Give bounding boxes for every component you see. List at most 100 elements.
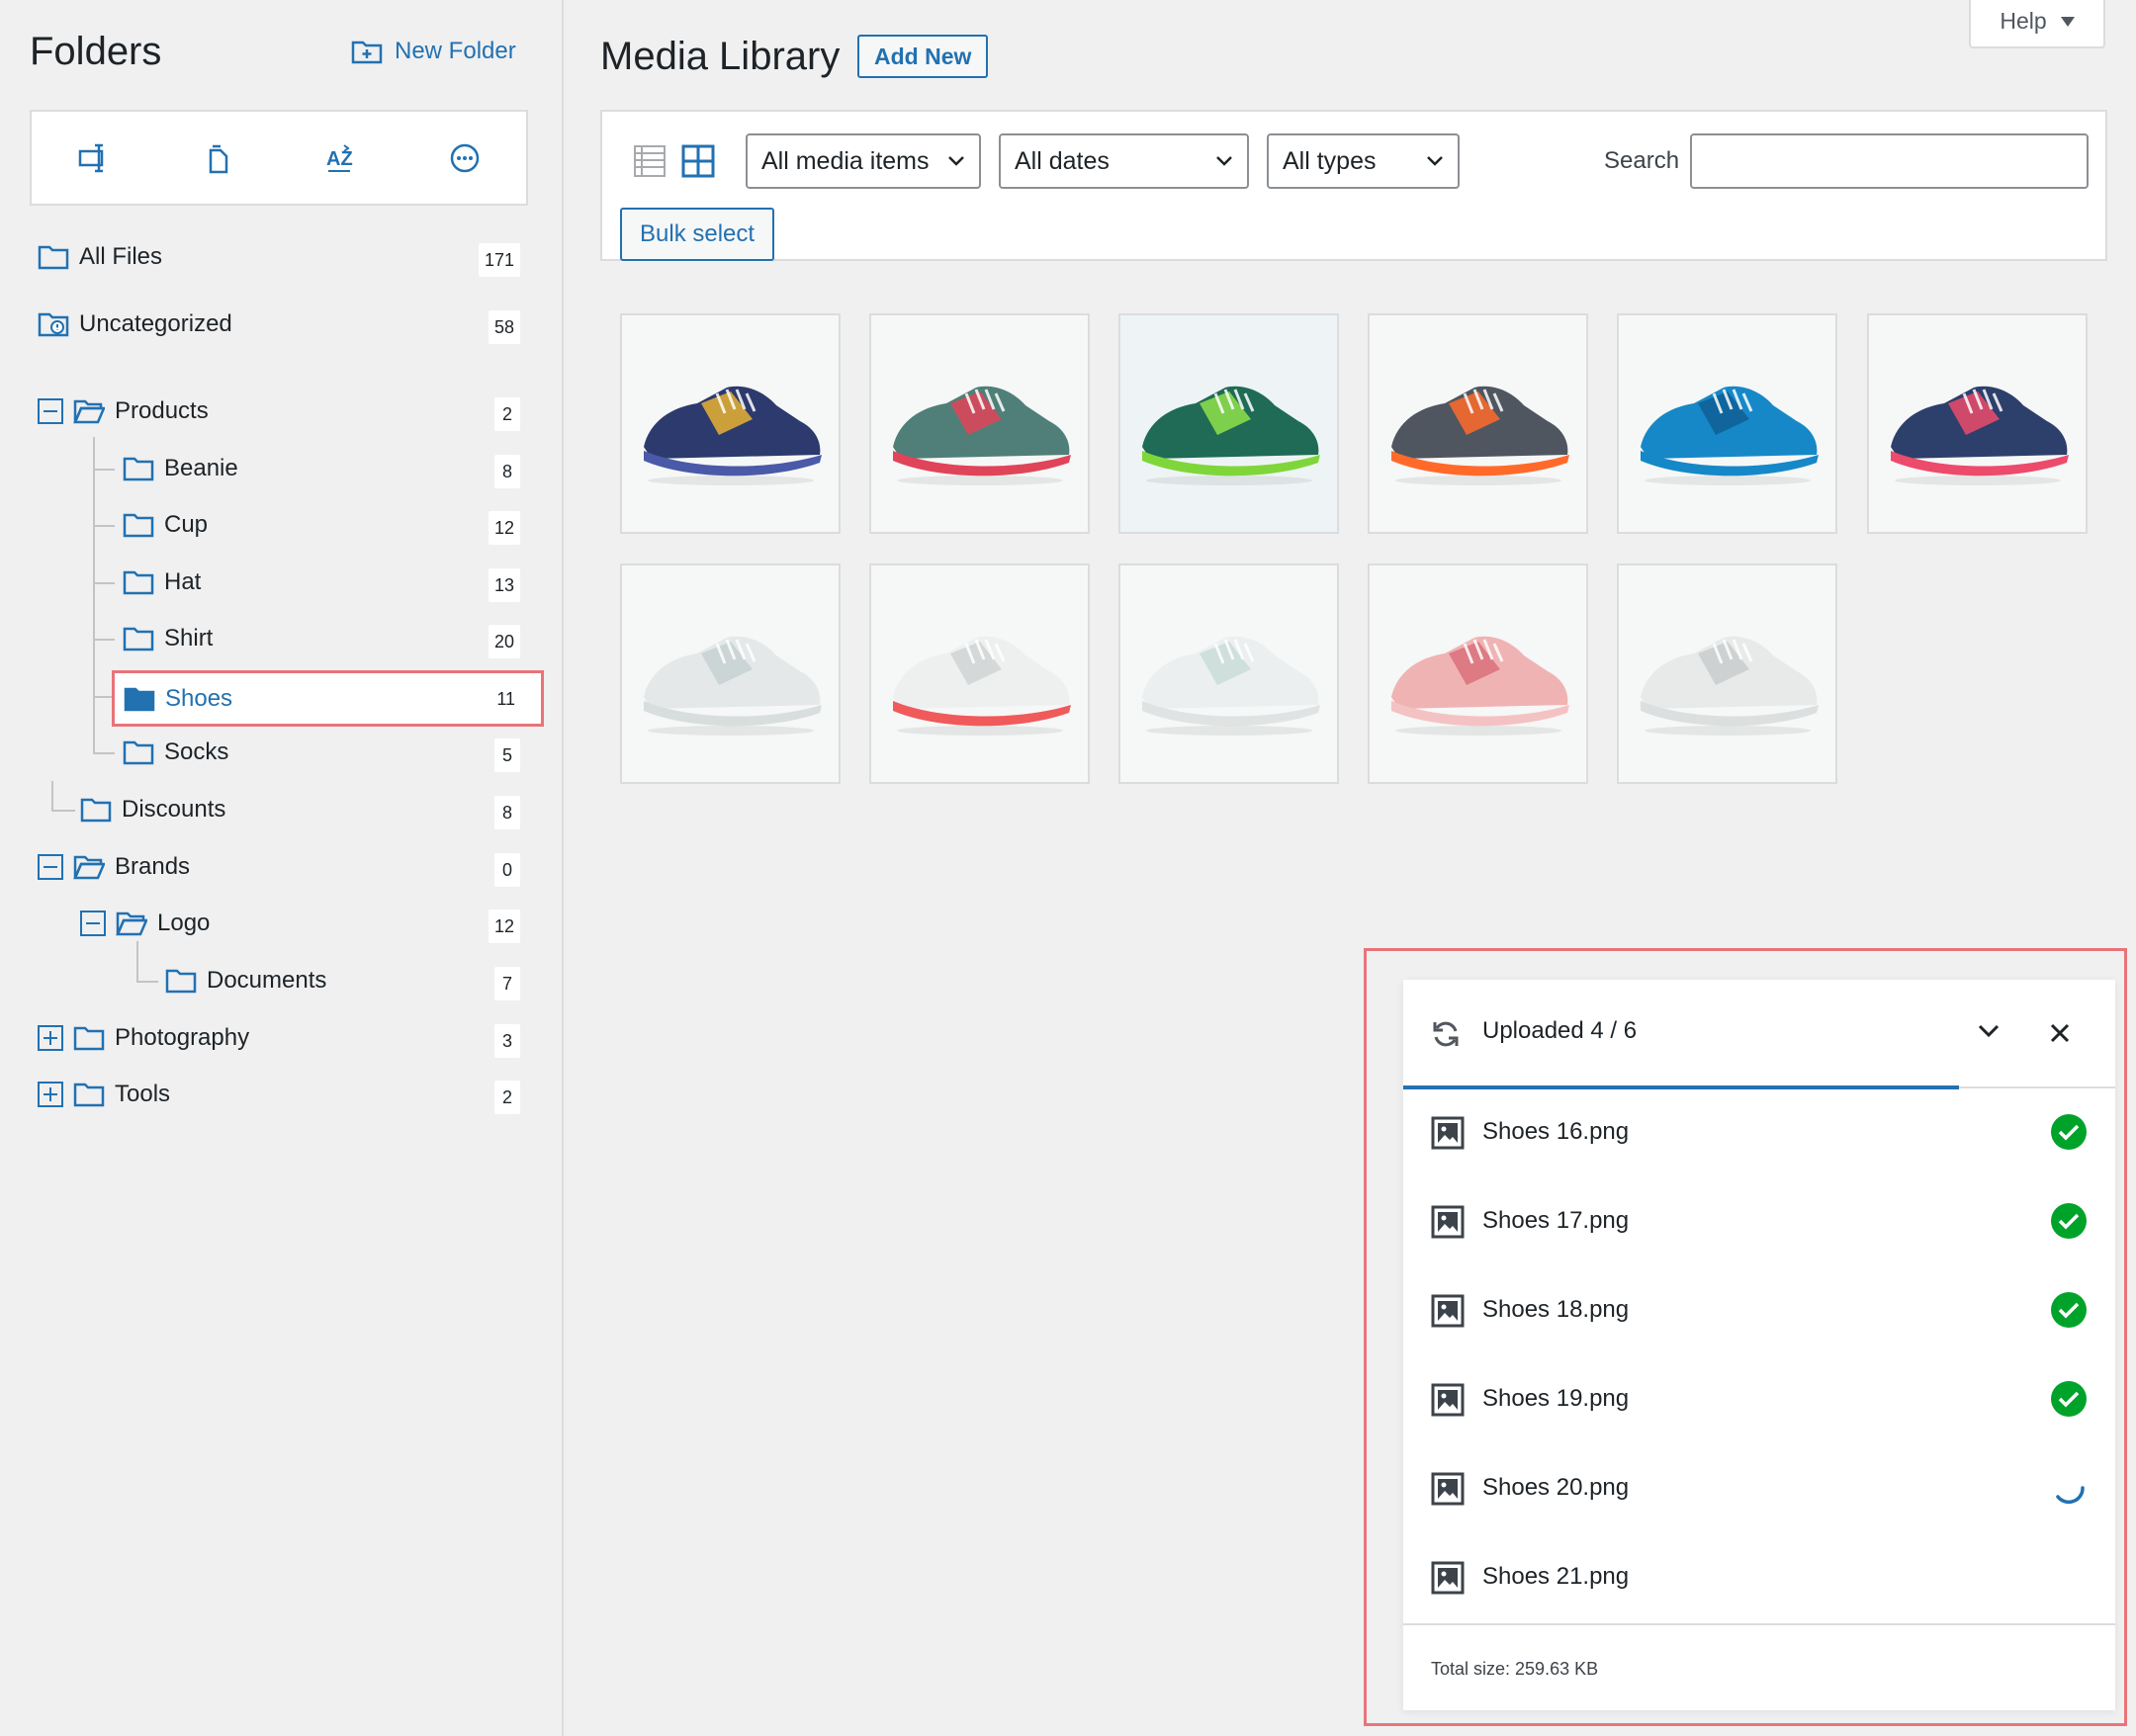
tree-line — [136, 941, 138, 981]
upload-file-row: Shoes 21.png — [1403, 1533, 2115, 1622]
folder-count: 20 — [488, 625, 520, 658]
grid-view-icon[interactable] — [680, 143, 716, 179]
upload-file-row: Shoes 20.png — [1403, 1444, 2115, 1533]
shoe-image — [1390, 636, 1569, 736]
folder-count: 2 — [494, 397, 520, 431]
upload-status-title: Uploaded 4 / 6 — [1482, 1017, 1638, 1044]
shoe-image — [1141, 636, 1320, 736]
tree-line — [93, 582, 115, 584]
more-options-button[interactable] — [435, 129, 494, 188]
shoe-image — [892, 636, 1071, 736]
folder-label: Tools — [115, 1081, 171, 1107]
new-folder-button[interactable]: New Folder — [351, 38, 516, 65]
folder-discounts[interactable]: Discounts 8 — [80, 786, 520, 833]
folder-count: 12 — [488, 910, 520, 943]
folder-label: Beanie — [164, 455, 238, 481]
new-folder-label: New Folder — [395, 38, 516, 64]
folder-icon — [123, 457, 154, 481]
dates-select[interactable]: All dates — [999, 133, 1249, 189]
page-title: Media Library — [600, 35, 841, 78]
folder-count: 13 — [488, 568, 520, 602]
folder-label: Photography — [115, 1024, 250, 1051]
spinner-icon — [2056, 1486, 2085, 1505]
media-thumbnail[interactable] — [1118, 564, 1339, 784]
tree-line — [51, 781, 53, 811]
help-label: Help — [2000, 8, 2047, 34]
collapse-toggle-icon[interactable] — [38, 854, 63, 880]
chevron-down-icon — [1216, 156, 1232, 166]
folder-cup[interactable]: Cup 12 — [123, 501, 520, 549]
expand-toggle-icon[interactable] — [38, 1082, 63, 1107]
shoe-image — [892, 386, 1071, 485]
folder-open-icon — [73, 855, 105, 880]
bulk-select-button[interactable]: Bulk select — [620, 208, 775, 261]
tree-line — [136, 981, 158, 983]
folder-shirt[interactable]: Shirt 20 — [123, 615, 520, 662]
media-thumbnail[interactable] — [869, 564, 1090, 784]
duplicate-button[interactable] — [188, 129, 247, 188]
folder-label: Cup — [164, 511, 209, 538]
collapse-toggle-icon[interactable] — [80, 911, 106, 936]
media-thumbnail[interactable] — [869, 313, 1090, 534]
search-label: Search — [1604, 147, 1680, 174]
upload-file-row: Shoes 16.png — [1403, 1088, 2115, 1177]
folder-all-files[interactable]: All Files 171 — [38, 233, 520, 281]
search-input[interactable] — [1690, 133, 2089, 189]
media-thumbnail[interactable] — [1368, 313, 1588, 534]
folder-count: 12 — [488, 511, 520, 545]
image-file-icon — [1431, 1116, 1465, 1150]
file-name: Shoes 21.png — [1482, 1563, 1630, 1590]
shoe-image — [1640, 636, 1819, 736]
folder-hat[interactable]: Hat 13 — [123, 559, 520, 606]
folder-count: 8 — [494, 796, 520, 829]
chevron-down-icon[interactable] — [1977, 1023, 2001, 1039]
tree-line — [93, 752, 115, 754]
folder-open-icon — [73, 399, 105, 424]
media-thumbnail[interactable] — [1368, 564, 1588, 784]
folder-socks[interactable]: Socks 5 — [123, 729, 520, 776]
media-thumbnail[interactable] — [1617, 313, 1837, 534]
expand-toggle-icon[interactable] — [38, 1025, 63, 1051]
media-thumbnail[interactable] — [620, 564, 841, 784]
folder-shoes[interactable]: Shoes 11 — [112, 670, 544, 727]
add-new-button[interactable]: Add New — [857, 35, 989, 78]
folder-count: 3 — [494, 1024, 520, 1058]
folder-uncategorized[interactable]: Uncategorized 58 — [38, 301, 520, 348]
close-icon[interactable] — [2050, 1023, 2070, 1043]
upload-panel-header: Uploaded 4 / 6 — [1403, 980, 2115, 1089]
folder-photography[interactable]: Photography 3 — [38, 1014, 520, 1062]
collapse-toggle-icon[interactable] — [38, 398, 63, 424]
upload-file-row: Shoes 17.png — [1403, 1177, 2115, 1266]
tree-line — [93, 469, 115, 471]
folder-documents[interactable]: Documents 7 — [165, 957, 520, 1004]
sort-button[interactable]: AZ — [312, 129, 371, 188]
shoe-image — [1640, 386, 1819, 485]
folder-label: Documents — [207, 967, 327, 994]
list-view-icon[interactable] — [632, 143, 668, 179]
help-button[interactable]: Help — [1969, 0, 2105, 48]
folder-logo[interactable]: Logo 12 — [80, 900, 520, 947]
media-type-select[interactable]: All media items — [746, 133, 981, 189]
folder-tools[interactable]: Tools 2 — [38, 1071, 520, 1118]
file-name: Shoes 17.png — [1482, 1207, 1630, 1234]
folder-brands[interactable]: Brands 0 — [38, 843, 520, 891]
folder-count: 5 — [494, 738, 520, 772]
folder-icon — [123, 740, 154, 765]
folder-filled-icon — [124, 687, 155, 711]
folder-count: 7 — [494, 967, 520, 1000]
media-thumbnail[interactable] — [1617, 564, 1837, 784]
file-name: Shoes 16.png — [1482, 1118, 1630, 1145]
media-thumbnail[interactable] — [1867, 313, 2088, 534]
rename-button[interactable] — [64, 129, 124, 188]
types-select[interactable]: All types — [1267, 133, 1460, 189]
folder-beanie[interactable]: Beanie 8 — [123, 445, 520, 492]
folder-open-icon — [116, 911, 147, 936]
file-name: Shoes 18.png — [1482, 1296, 1630, 1323]
folder-icon — [123, 513, 154, 538]
types-value: All types — [1283, 146, 1377, 175]
folder-toolbar: AZ — [30, 110, 528, 206]
sort-az-icon: AZ — [326, 143, 352, 172]
media-thumbnail[interactable] — [1118, 313, 1339, 534]
media-thumbnail[interactable] — [620, 313, 841, 534]
folder-products[interactable]: Products 2 — [38, 388, 520, 435]
